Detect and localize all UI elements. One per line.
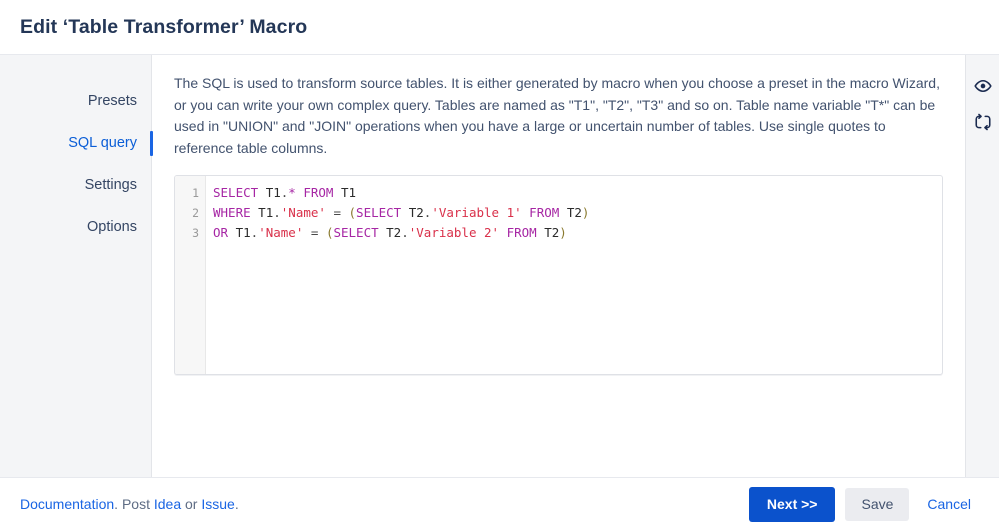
code-token: T1 [258, 205, 274, 220]
footer-sep-2: or [181, 496, 202, 512]
code-token: = [333, 205, 341, 220]
dialog-header: Edit ‘Table Transformer’ Macro [0, 0, 999, 55]
line-number: 2 [192, 206, 199, 220]
sql-editor[interactable]: 123 SELECT T1.* FROM T1 WHERE T1.'Name' =… [174, 175, 943, 375]
code-token: T2 [544, 225, 560, 240]
right-rail [965, 55, 999, 477]
code-token: ) [559, 225, 567, 240]
dialog-footer: Documentation. Post Idea or Issue. Next … [0, 478, 999, 530]
code-token: 'Variable 1' [431, 205, 522, 220]
save-button[interactable]: Save [845, 487, 910, 521]
code-token: FROM [506, 225, 537, 240]
footer-sep-1: . Post [114, 496, 154, 512]
code-token: 'Name' [280, 205, 326, 220]
code-token: . [401, 225, 409, 240]
idea-link[interactable]: Idea [154, 496, 181, 512]
code-token: * [288, 185, 296, 200]
sidebar-item-settings[interactable]: Settings [0, 169, 151, 201]
code-token: T2 [408, 205, 424, 220]
code-line: SELECT T1.* FROM T1 [213, 183, 942, 203]
sidebar-item-label: Presets [87, 93, 137, 109]
code-token: OR [213, 225, 229, 240]
code-token: T1 [235, 225, 251, 240]
code-token: . [273, 205, 281, 220]
code-token: 'Variable 2' [408, 225, 500, 240]
active-indicator [150, 131, 153, 156]
page-title: Edit ‘Table Transformer’ Macro [20, 15, 308, 38]
refresh-icon[interactable] [972, 111, 994, 133]
cancel-button[interactable]: Cancel [919, 488, 979, 521]
issue-link[interactable]: Issue [201, 496, 234, 512]
code-token: SELECT [356, 205, 402, 220]
sidebar-item-presets[interactable]: Presets [0, 85, 151, 117]
dialog-body: Presets SQL query Settings Options The S… [0, 55, 999, 478]
code-line: OR T1.'Name' = (SELECT T2.'Variable 2' F… [213, 223, 942, 243]
line-number: 3 [192, 226, 199, 240]
footer-actions: Next >> Save Cancel [748, 486, 979, 522]
line-number: 1 [192, 186, 199, 200]
code-token: T1 [340, 185, 357, 200]
next-button[interactable]: Next >> [748, 486, 836, 522]
sql-description: The SQL is used to transform source tabl… [174, 75, 940, 156]
main-content: The SQL is used to transform source tabl… [152, 55, 965, 477]
sidebar-item-label: Settings [84, 177, 137, 193]
sidebar-item-options[interactable]: Options [0, 211, 151, 243]
sidebar-item-label: Options [87, 219, 137, 235]
sidebar-item-label: SQL query [68, 135, 137, 151]
code-token: T1 [265, 185, 281, 200]
sidebar-item-sql-query[interactable]: SQL query [0, 127, 153, 159]
code-token: ) [581, 205, 590, 220]
code-token: WHERE [213, 205, 251, 220]
code-token: FROM [303, 185, 334, 200]
code-token: ( [348, 205, 357, 220]
sql-code-input[interactable]: SELECT T1.* FROM T1 WHERE T1.'Name' = (SE… [206, 176, 942, 374]
code-token: 'Name' [258, 225, 304, 240]
code-token: T2 [566, 205, 582, 220]
code-token: SELECT [213, 185, 259, 200]
footer-links: Documentation. Post Idea or Issue. [20, 496, 239, 512]
code-line: WHERE T1.'Name' = (SELECT T2.'Variable 1… [213, 203, 942, 223]
code-token: SELECT [333, 225, 379, 240]
edit-macro-dialog: Edit ‘Table Transformer’ Macro Presets S… [0, 0, 999, 530]
footer-sep-3: . [234, 496, 239, 512]
eye-icon[interactable] [972, 75, 994, 97]
code-token: T2 [386, 225, 402, 240]
line-number-gutter: 1 2 3 [175, 176, 206, 374]
code-token: FROM [529, 205, 560, 220]
sidebar-nav: Presets SQL query Settings Options [0, 55, 153, 477]
documentation-link[interactable]: Documentation [20, 496, 114, 512]
